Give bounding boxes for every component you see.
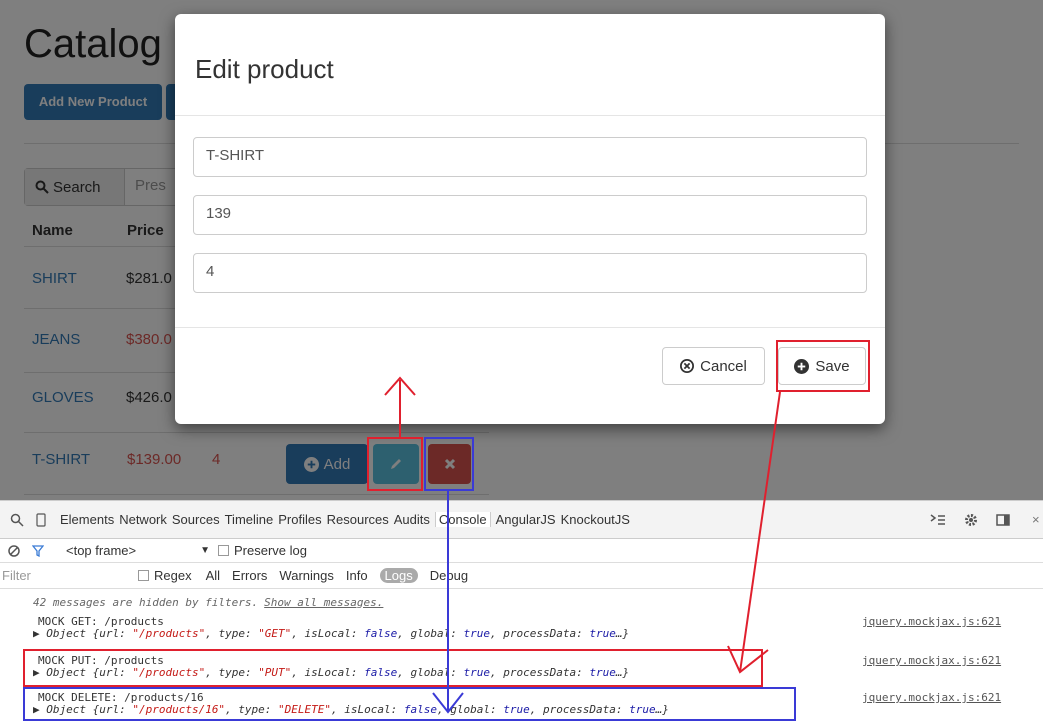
delete-button-highlight: [424, 437, 474, 491]
object-global-key: , global:: [397, 627, 464, 640]
level-debug[interactable]: Debug: [430, 568, 468, 583]
tab-timeline[interactable]: Timeline: [225, 512, 274, 527]
object-prefix: ▶ Object {url:: [33, 627, 133, 640]
level-warnings[interactable]: Warnings: [279, 568, 333, 583]
filter-icon[interactable]: [32, 544, 44, 557]
delete-log-highlight: [23, 687, 796, 721]
tab-console[interactable]: Console: [434, 512, 491, 527]
frame-select[interactable]: <top frame>: [66, 543, 136, 558]
price-field[interactable]: 139: [193, 195, 867, 235]
cancel-label: Cancel: [700, 357, 747, 375]
preserve-log-checkbox[interactable]: [218, 545, 230, 556]
object-processdata: true: [589, 627, 616, 640]
log-source-link[interactable]: jquery.mockjax.js:621: [862, 691, 1001, 704]
console-toolbar: <top frame> ▼ Preserve log: [0, 539, 1043, 563]
object-global: true: [463, 627, 491, 640]
regex-checkbox[interactable]: [138, 570, 149, 581]
log-source-link[interactable]: jquery.mockjax.js:621: [862, 654, 1001, 667]
dock-icon[interactable]: [996, 513, 1010, 526]
level-all[interactable]: All: [206, 568, 220, 583]
object-islocal-key: , isLocal:: [291, 627, 365, 640]
log-levels: All Errors Warnings Info Logs Debug: [206, 568, 468, 583]
hidden-messages-text: 42 messages are hidden by filters.: [33, 595, 259, 609]
device-icon[interactable]: [36, 512, 46, 527]
gear-icon[interactable]: [964, 513, 978, 527]
cancel-button[interactable]: Cancel: [662, 347, 765, 385]
tab-knockoutjs[interactable]: KnockoutJS: [561, 512, 630, 527]
tab-profiles[interactable]: Profiles: [278, 512, 321, 527]
tab-audits[interactable]: Audits: [394, 512, 430, 527]
object-islocal: false: [364, 627, 398, 640]
tab-elements[interactable]: Elements: [60, 512, 114, 527]
regex-label: Regex: [154, 568, 192, 583]
name-field[interactable]: T-SHIRT: [193, 137, 867, 177]
object-type-key: , type:: [205, 627, 259, 640]
preserve-log-label: Preserve log: [234, 543, 307, 558]
tab-sources[interactable]: Sources: [172, 512, 220, 527]
show-all-link[interactable]: Show all messages.: [264, 596, 383, 609]
put-log-highlight: [23, 649, 763, 687]
clear-console-icon[interactable]: [8, 544, 20, 557]
object-type: "GET": [258, 627, 292, 640]
close-icon[interactable]: ×: [1032, 512, 1040, 527]
close-circle-icon: [680, 359, 695, 373]
log-object[interactable]: ▶ Object {url: "/products", type: "GET",…: [33, 627, 629, 640]
console-filterbar: Filter Regex All Errors Warnings Info Logs De…: [0, 563, 1043, 589]
object-url: "/products": [132, 627, 206, 640]
devtools-tabbar: Elements Network Sources Timeline Profiles Re…: [0, 501, 1043, 539]
quantity-field[interactable]: 4: [193, 253, 867, 293]
object-processdata-key: , processData:: [490, 627, 590, 640]
tab-resources[interactable]: Resources: [327, 512, 389, 527]
tab-angularjs[interactable]: AngularJS: [496, 512, 556, 527]
hidden-messages-note: 42 messages are hidden by filters. Show …: [0, 595, 1043, 609]
level-info[interactable]: Info: [346, 568, 368, 583]
inspect-icon[interactable]: [10, 513, 24, 527]
tab-network[interactable]: Network: [119, 512, 167, 527]
modal-title: Edit product: [175, 14, 885, 116]
catalog-app: Catalog Add New Product Search Pres Name…: [0, 0, 1043, 500]
object-end: …}: [615, 627, 630, 640]
edit-button-highlight: [367, 437, 423, 491]
chevron-down-icon[interactable]: ▼: [200, 545, 210, 556]
log-source-link[interactable]: jquery.mockjax.js:621: [862, 615, 1001, 628]
filter-input[interactable]: Filter: [2, 568, 132, 583]
devtools-tabs: Elements Network Sources Timeline Profiles Re…: [60, 512, 630, 527]
level-logs[interactable]: Logs: [379, 568, 418, 583]
save-button-highlight: [776, 340, 870, 392]
console-entry: MOCK GET: /products jquery.mockjax.js:621…: [0, 615, 1043, 645]
level-errors[interactable]: Errors: [232, 568, 267, 583]
console-drawer-icon[interactable]: [930, 513, 946, 526]
